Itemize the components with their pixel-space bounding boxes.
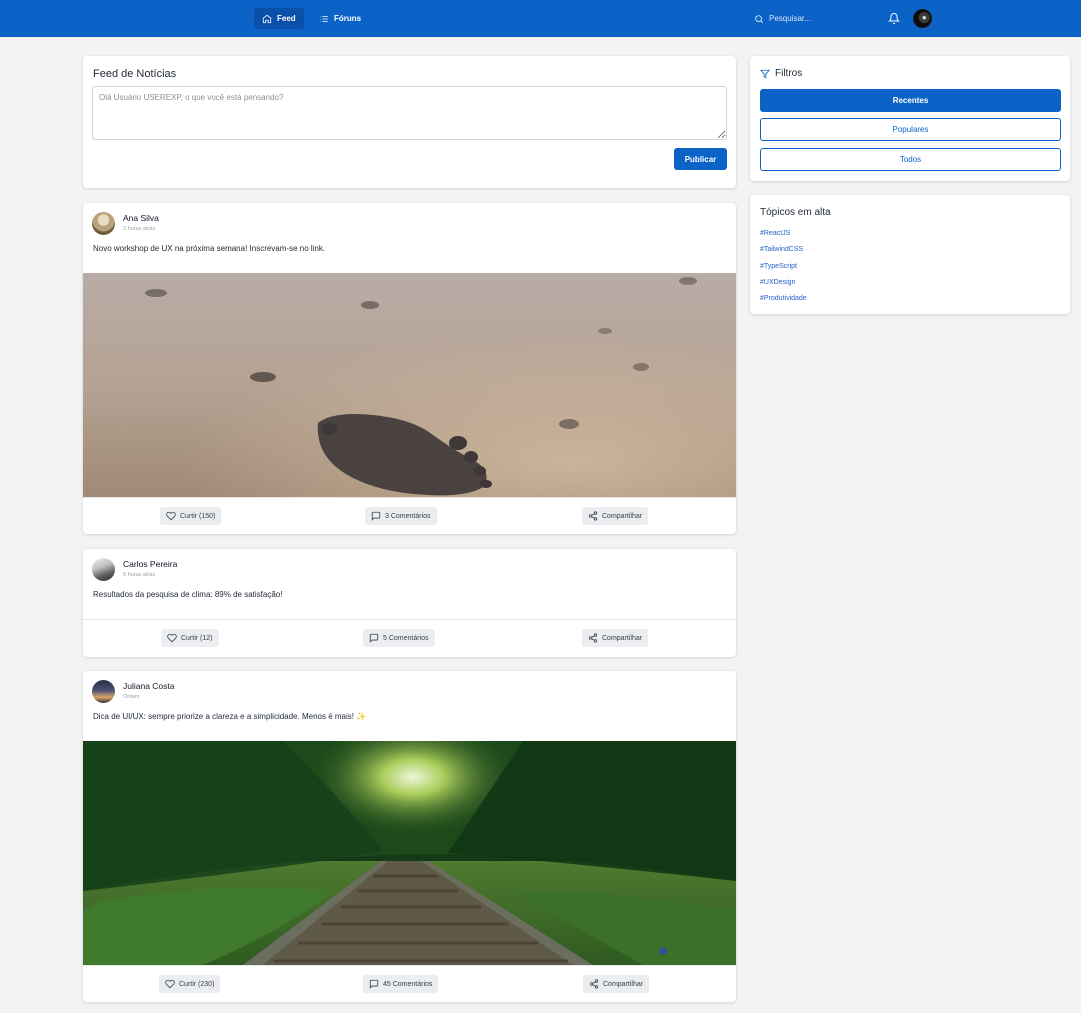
comments-label: 45 Comentários xyxy=(383,980,433,988)
post-actions: Curtir (150) 3 Comentários Compartilhar xyxy=(83,497,736,534)
share-label: Compartilhar xyxy=(602,512,643,520)
post-author[interactable]: Juliana Costa xyxy=(123,681,175,691)
post-card: Carlos Pereira 5 horas atrás Resultados … xyxy=(83,549,736,657)
post-actions: Curtir (230) 45 Comentários Compartilhar xyxy=(83,965,736,1002)
like-button[interactable]: Curtir (150) xyxy=(160,507,222,525)
post-author[interactable]: Ana Silva xyxy=(123,213,159,223)
feed-title: Feed de Notícias xyxy=(93,68,177,80)
nav-forums-label: Fóruns xyxy=(334,14,362,23)
share-icon xyxy=(588,511,598,521)
post-text: Resultados da pesquisa de clima: 89% de … xyxy=(93,590,283,599)
search-placeholder: Pesquisar... xyxy=(769,14,811,23)
top-navbar: Feed Fóruns Pesquisar... xyxy=(0,0,1081,37)
like-label: Curtir (150) xyxy=(180,512,216,520)
trending-topic-link[interactable]: #TypeScript xyxy=(760,263,797,270)
post-card: Ana Silva 2 horas atrás Novo workshop de… xyxy=(83,203,736,534)
trending-topic-link[interactable]: #TailwindCSS xyxy=(760,246,803,253)
comments-label: 3 Comentários xyxy=(385,512,431,520)
post-time: Ontem xyxy=(123,694,140,700)
nav-feed-label: Feed xyxy=(277,14,296,23)
trending-title: Tópicos em alta xyxy=(760,207,831,218)
user-avatar[interactable] xyxy=(913,9,932,28)
share-button[interactable]: Compartilhar xyxy=(582,629,649,647)
nav-forums-button[interactable]: Fóruns xyxy=(311,8,369,29)
trending-topic-link[interactable]: #UXDesign xyxy=(760,279,795,286)
comment-icon xyxy=(369,979,379,989)
home-icon xyxy=(262,14,272,23)
heart-icon xyxy=(165,979,175,989)
share-button[interactable]: Compartilhar xyxy=(582,507,649,525)
filters-header: Filtros xyxy=(760,68,802,79)
comment-icon xyxy=(369,633,379,643)
search-input[interactable]: Pesquisar... xyxy=(754,10,811,27)
filter-popular-button[interactable]: Populares xyxy=(760,118,1061,141)
trending-topic-link[interactable]: #Produtividade xyxy=(760,295,807,302)
comment-icon xyxy=(371,511,381,521)
bell-icon[interactable] xyxy=(888,12,900,25)
comments-label: 5 Comentários xyxy=(383,634,429,642)
like-button[interactable]: Curtir (230) xyxy=(159,975,221,993)
like-label: Curtir (12) xyxy=(181,634,213,642)
search-icon xyxy=(755,14,764,23)
share-icon xyxy=(588,633,598,643)
share-label: Compartilhar xyxy=(603,980,644,988)
post-image-footprint-sand xyxy=(83,273,736,497)
trending-card: Tópicos em alta #ReactJS #TailwindCSS #T… xyxy=(750,195,1070,314)
share-icon xyxy=(589,979,599,989)
post-textarea[interactable] xyxy=(92,86,727,140)
share-button[interactable]: Compartilhar xyxy=(583,975,650,993)
post-time: 5 horas atrás xyxy=(123,572,156,578)
composer-card: Feed de Notícias Publicar xyxy=(83,56,736,188)
post-time: 2 horas atrás xyxy=(123,226,156,232)
post-actions: Curtir (12) 5 Comentários Compartilhar xyxy=(83,619,736,656)
share-label: Compartilhar xyxy=(602,634,643,642)
comments-button[interactable]: 45 Comentários xyxy=(363,975,439,993)
filters-card: Filtros Recentes Populares Todos xyxy=(750,56,1070,181)
filter-all-button[interactable]: Todos xyxy=(760,148,1061,171)
comments-button[interactable]: 3 Comentários xyxy=(365,507,437,525)
like-button[interactable]: Curtir (12) xyxy=(161,629,219,647)
list-icon xyxy=(320,15,328,22)
filter-recent-button[interactable]: Recentes xyxy=(760,89,1061,112)
post-text: Novo workshop de UX na próxima semana! I… xyxy=(93,244,326,253)
avatar xyxy=(92,212,115,235)
post-text: Dica de UI/UX: sempre priorize a clareza… xyxy=(93,712,367,721)
nav-feed-button[interactable]: Feed xyxy=(254,8,304,29)
post-author[interactable]: Carlos Pereira xyxy=(123,559,177,569)
publish-button[interactable]: Publicar xyxy=(674,148,727,170)
avatar xyxy=(92,680,115,703)
filters-title: Filtros xyxy=(775,68,803,79)
like-label: Curtir (230) xyxy=(179,980,215,988)
post-card: Juliana Costa Ontem Dica de UI/UX: sempr… xyxy=(83,671,736,1002)
heart-icon xyxy=(166,511,176,521)
comments-button[interactable]: 5 Comentários xyxy=(363,629,435,647)
filter-icon xyxy=(760,69,770,78)
post-image-forest-railway xyxy=(83,741,736,965)
avatar xyxy=(92,558,115,581)
heart-icon xyxy=(167,633,177,643)
trending-topic-link[interactable]: #ReactJS xyxy=(760,230,790,237)
